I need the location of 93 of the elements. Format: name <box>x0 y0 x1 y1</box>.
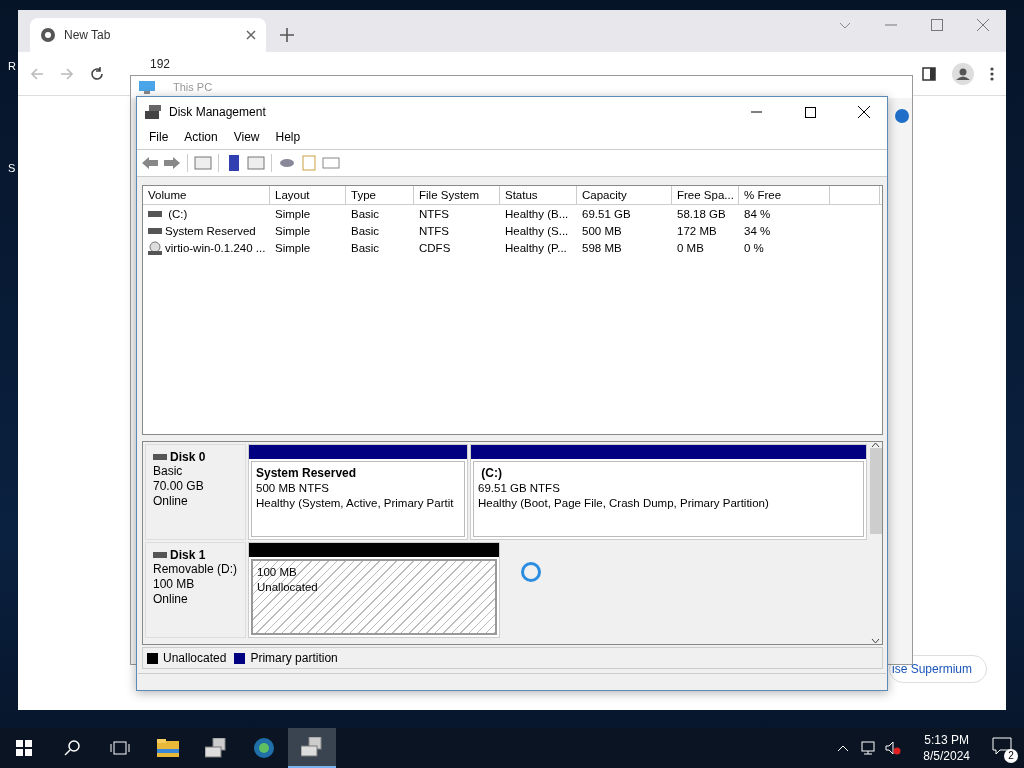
browser-logo-icon <box>40 27 56 43</box>
new-tab-icon[interactable] <box>280 28 294 42</box>
menu-item[interactable]: Help <box>267 127 309 149</box>
clock-date[interactable]: 8/5/2024 <box>923 748 970 764</box>
chevron-up-icon[interactable] <box>837 744 850 752</box>
legend-label: Unallocated <box>163 651 227 665</box>
table-cell: 0 MB <box>677 241 704 254</box>
table-cell: 58.18 GB <box>677 207 726 220</box>
partition-block[interactable]: 100 MB Unallocated <box>248 542 500 638</box>
table-cell: CDFS <box>419 241 451 254</box>
forward-icon[interactable] <box>163 155 181 171</box>
globe-icon[interactable] <box>253 737 275 759</box>
search-icon[interactable] <box>64 740 80 756</box>
drive-icon <box>153 551 167 559</box>
scroll-up-icon[interactable] <box>871 442 880 448</box>
table-cell: Basic <box>351 207 380 220</box>
table-cell-text: (C:) <box>167 207 188 220</box>
chevron-down-icon[interactable] <box>839 21 851 29</box>
disk-info-panel[interactable]: Disk 1 Removable (D:) 100 MB Online <box>145 542 246 638</box>
disk-detail: 100 MB <box>153 577 196 592</box>
table-cell: NTFS <box>419 224 450 237</box>
task-view-icon[interactable] <box>110 741 130 755</box>
partition-block[interactable]: (C:) 69.51 GB NTFS Healthy (Boot, Page File, Crash Dump, Primary Partition) <box>470 444 867 540</box>
table-cell: System Reserved <box>165 224 256 237</box>
drive-icon <box>148 226 162 235</box>
desktop-icon-label: S <box>8 162 16 174</box>
address-field[interactable]: 192 <box>150 57 171 71</box>
back-icon[interactable] <box>141 155 159 171</box>
partition-status: Healthy (System, Active, Primary Partit <box>256 496 455 511</box>
table-cell: virtio-win-0.1.240 ... <box>165 241 266 254</box>
table-cell: 84 % <box>744 207 771 220</box>
close-icon[interactable] <box>858 106 870 118</box>
disk-management-icon[interactable] <box>205 738 227 758</box>
partition-name: System Reserved <box>256 466 358 481</box>
partition-name: (C:) <box>480 466 503 481</box>
computer-icon <box>139 80 155 94</box>
partition-status: Healthy (Boot, Page File, Crash Dump, Primary Partition) <box>478 496 770 511</box>
scrollbar[interactable] <box>869 442 882 644</box>
table-cell: 172 MB <box>677 224 717 237</box>
tab-title: New Tab <box>64 28 112 42</box>
network-icon[interactable] <box>859 741 876 755</box>
drive-icon <box>148 209 162 218</box>
disk-name: Disk 1 <box>170 548 206 562</box>
disk-info-panel[interactable]: Disk 0 Basic 70.00 GB Online <box>145 444 246 540</box>
start-icon[interactable] <box>16 740 32 756</box>
table-cell: Simple <box>275 241 311 254</box>
sidebar-icon[interactable] <box>922 66 936 81</box>
table-cell: 69.51 GB <box>582 207 631 220</box>
clock-time[interactable]: 5:13 PM <box>924 732 969 748</box>
profile-icon[interactable] <box>952 62 974 85</box>
disk-detail: Removable (D:) <box>153 562 238 577</box>
cd-drive-icon <box>148 240 162 255</box>
table-cell: 500 MB <box>582 224 622 237</box>
desktop-icon-label: R <box>8 60 16 72</box>
table-cell: 0 % <box>744 241 764 254</box>
partition-status: Unallocated <box>257 580 319 595</box>
table-cell: Healthy (S... <box>505 224 569 237</box>
disk-detail: 70.00 GB <box>153 479 205 494</box>
disk-management-icon[interactable] <box>301 737 323 757</box>
minimize-icon[interactable] <box>750 111 762 113</box>
disk-detail: Basic <box>153 464 184 479</box>
drive-icon <box>153 453 167 461</box>
muted-volume-icon[interactable] <box>885 741 902 755</box>
table-cell: Simple <box>275 207 311 220</box>
partition-size: 500 MB NTFS <box>256 481 330 496</box>
busy-cursor-icon <box>521 562 541 582</box>
disk-name: Disk 0 <box>170 450 206 464</box>
partition-block[interactable]: System Reserved 500 MB NTFS Healthy (System, Active, Primary Partit <box>248 444 468 540</box>
legend-label: Primary partition <box>250 651 338 665</box>
menu-icon[interactable] <box>990 66 994 81</box>
disk-detail: Online <box>153 494 189 509</box>
disk-management-icon <box>145 105 161 119</box>
partition-size: 69.51 GB NTFS <box>478 481 561 496</box>
menu-item[interactable]: View <box>225 127 268 149</box>
reload-icon[interactable] <box>90 66 104 81</box>
disk-detail: Online <box>153 592 189 607</box>
table-cell: Healthy (B... <box>505 207 569 220</box>
table-cell: 598 MB <box>582 241 622 254</box>
folder-icon[interactable] <box>157 739 179 757</box>
partition-size: 100 MB <box>257 565 298 580</box>
window-title: Disk Management <box>169 105 267 119</box>
table-cell: Basic <box>351 241 380 254</box>
scroll-down-icon[interactable] <box>871 638 880 644</box>
window-title: This PC <box>173 81 213 93</box>
table-cell: Simple <box>275 224 311 237</box>
menu-item[interactable]: File <box>141 127 177 149</box>
table-cell: Basic <box>351 224 380 237</box>
maximize-icon[interactable] <box>804 106 816 118</box>
table-cell: Healthy (P... <box>505 241 567 254</box>
menu-item[interactable]: Action <box>176 127 226 149</box>
table-cell: NTFS <box>419 207 450 220</box>
table-cell: 34 % <box>744 224 771 237</box>
browser-tab[interactable]: New Tab <box>30 18 266 52</box>
